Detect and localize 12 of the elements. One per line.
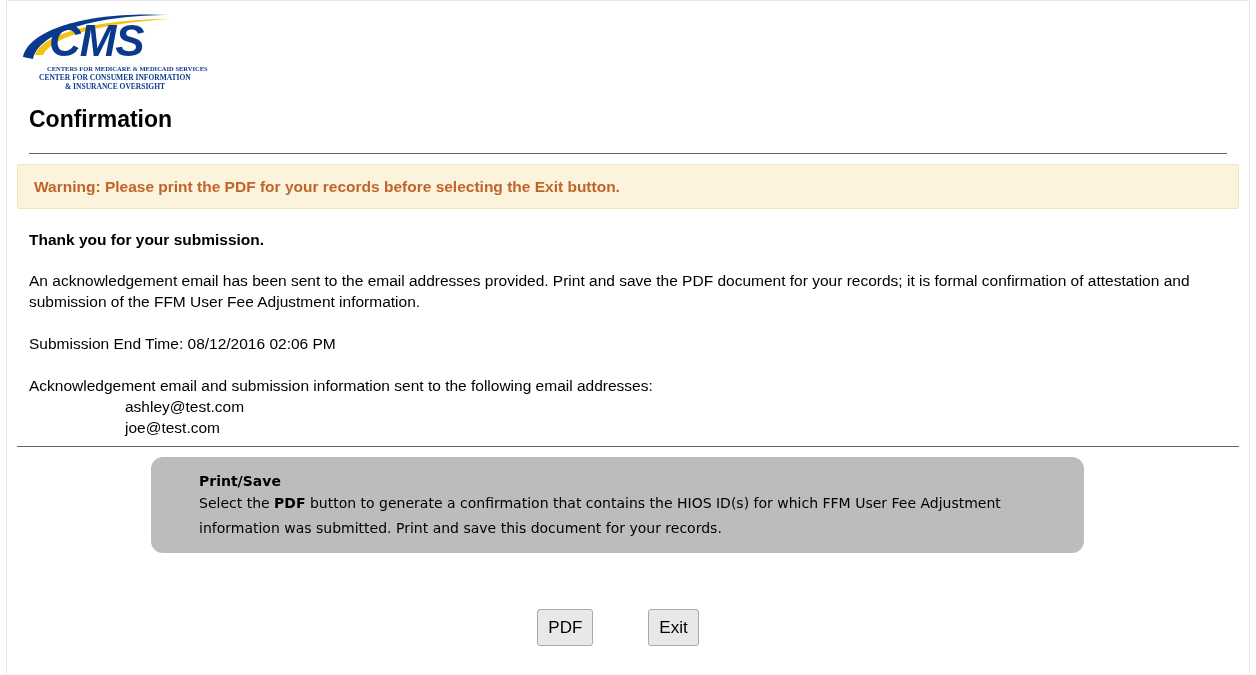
email-address: ashley@test.com (124, 397, 246, 418)
thank-you-text: Thank you for your submission. (29, 230, 266, 251)
pdf-button[interactable]: PDF (537, 609, 594, 647)
emails-intro-text: Acknowledgement email and submission information sent to the following email addresses: (29, 376, 654, 397)
message-text: An acknowledgement email has been sent to the email addresses provided. Print and save the PDF document for your records; it is formal confirmation of attestation and submission of the FFM User Fee Adjustment information. (29, 271, 1191, 313)
page-title: Confirmation (29, 105, 174, 133)
email-address: joe@test.com (123, 418, 221, 439)
end-time-text: Submission End Time: 08/12/2016 02:06 PM (29, 334, 337, 355)
info-heading: Print/Save (199, 472, 282, 492)
exit-button[interactable]: Exit (648, 609, 699, 647)
warning-banner: Warning: Please print the PDF for your records before selecting the Exit button. (17, 164, 1239, 210)
info-text: Select the PDF button to generate a confirmation that contains the HIOS ID(s) for which FFM User Fee Adjustment information was submitted. Print and save this document for your records. (199, 494, 1002, 539)
